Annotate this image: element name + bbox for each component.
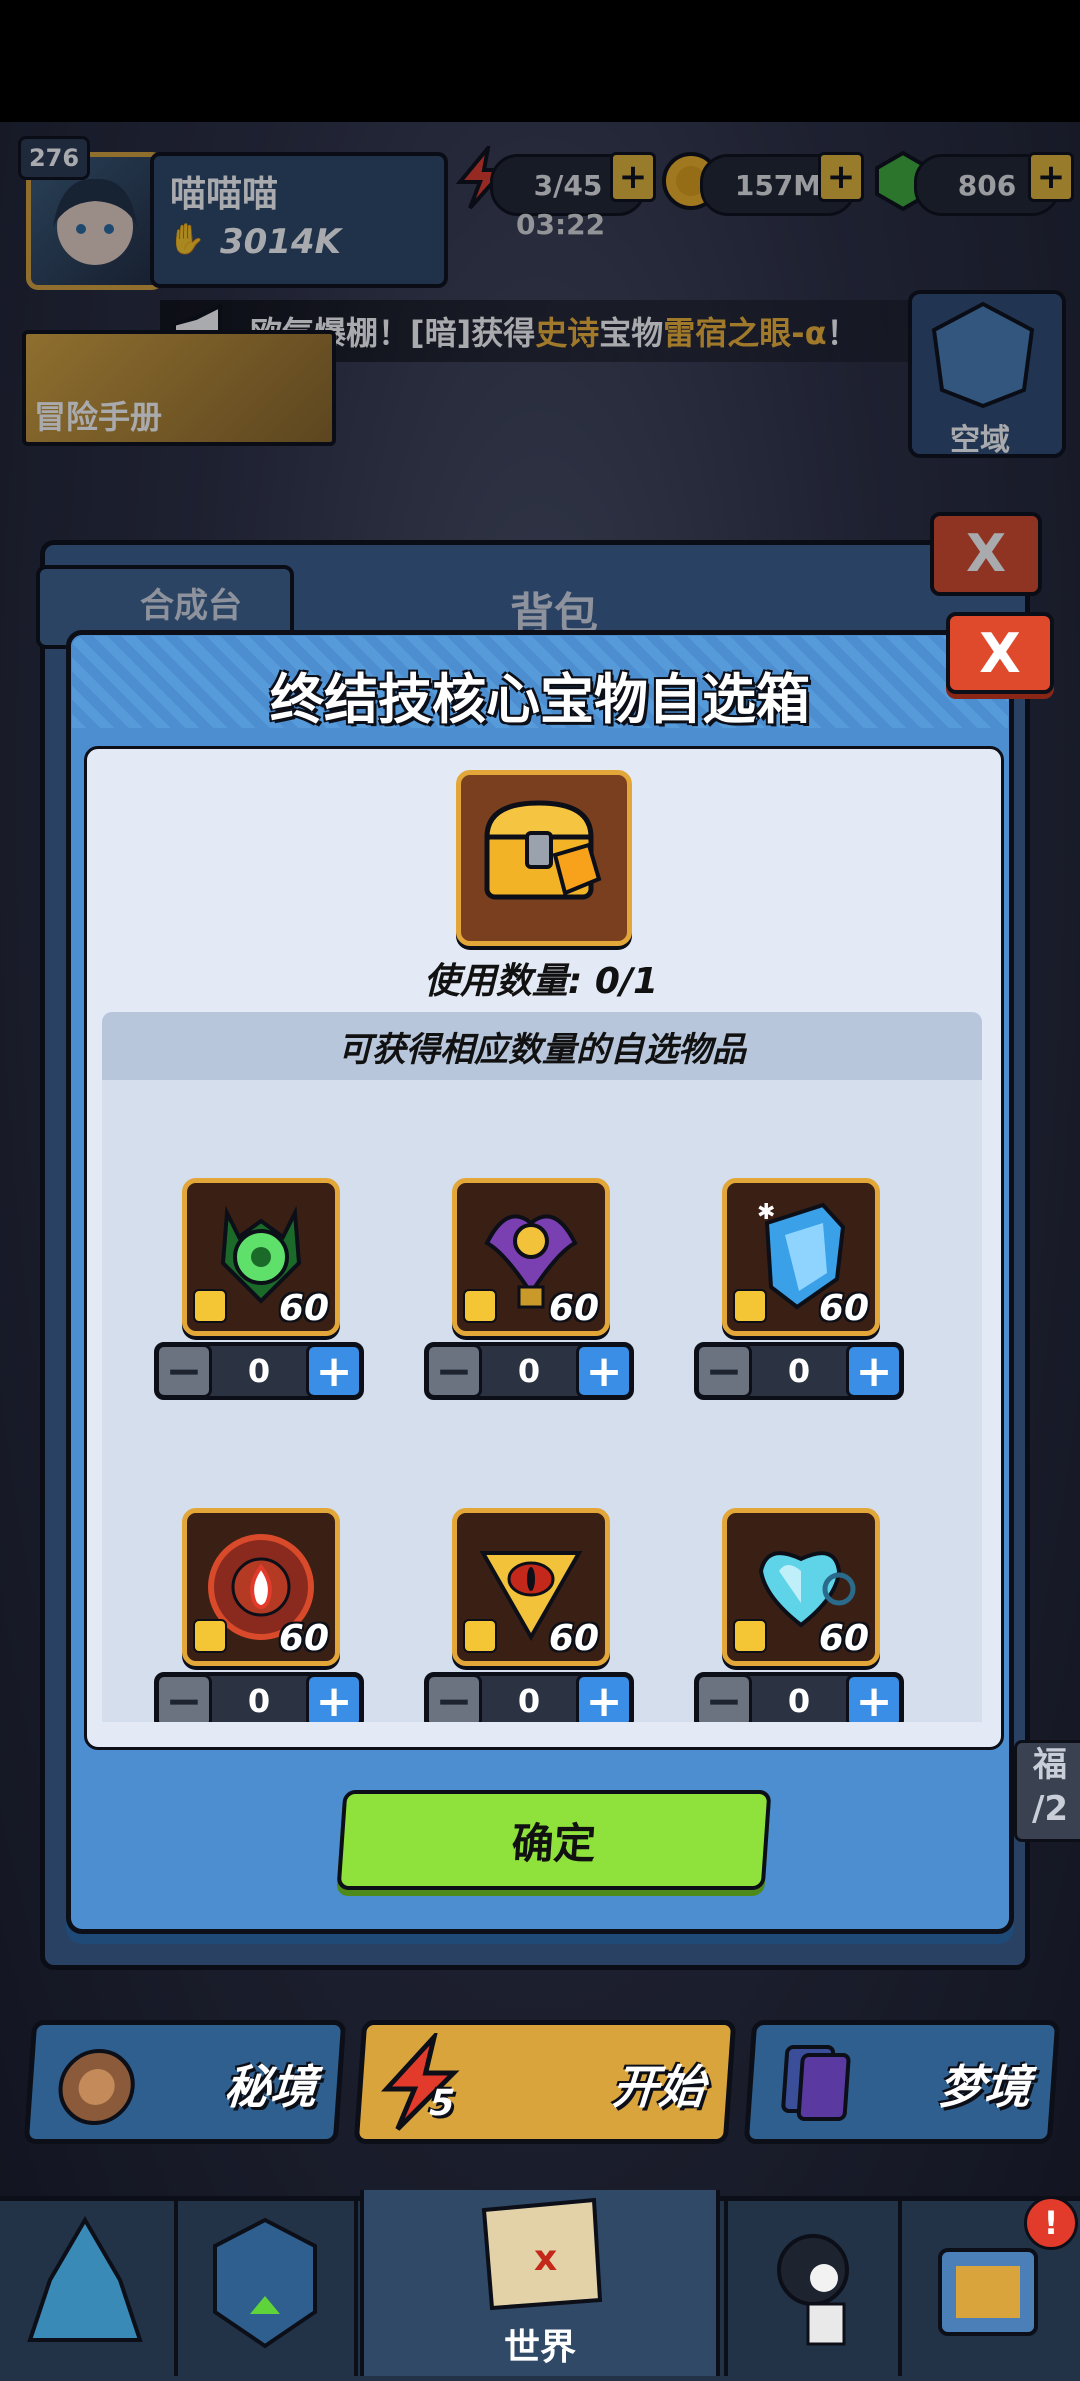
quantity-stepper: − 0 + — [424, 1342, 634, 1400]
svg-text:x: x — [534, 2238, 557, 2279]
cards-icon — [781, 2045, 851, 2121]
quantity-value: 0 — [247, 1352, 271, 1390]
decrease-button[interactable]: − — [426, 1344, 482, 1398]
item-count: 60 — [818, 1288, 869, 1329]
confirm-button[interactable]: 确定 — [336, 1790, 772, 1890]
decrease-button[interactable]: − — [156, 1344, 212, 1398]
notification-badge: ! — [1024, 2196, 1078, 2250]
hero-icon — [777, 2234, 849, 2346]
secret-realm-label: 秘境 — [222, 2060, 319, 2114]
puzzle-piece-icon — [193, 1619, 227, 1653]
map-icon: x — [481, 2197, 603, 2311]
start-cost: 5 — [428, 2083, 456, 2124]
svg-text:✱: ✱ — [757, 1200, 775, 1225]
item-count: 60 — [548, 1288, 599, 1329]
puzzle-piece-icon — [733, 1619, 767, 1653]
item-count: 60 — [278, 1288, 329, 1329]
dream-realm-label: 梦境 — [936, 2060, 1033, 2114]
treasure-chest-icon — [456, 770, 632, 946]
quantity-stepper: − 0 + — [154, 1342, 364, 1400]
target-icon — [58, 2049, 135, 2125]
quantity-value: 0 — [517, 1682, 541, 1720]
item-card[interactable]: 60 — [452, 1508, 610, 1666]
quantity-stepper: − 0 + — [424, 1672, 634, 1722]
increase-button[interactable]: + — [846, 1674, 902, 1722]
quantity-stepper: − 0 + — [154, 1672, 364, 1722]
item-count: 60 — [548, 1618, 599, 1659]
selection-notice: 可获得相应数量的自选物品 — [102, 1012, 982, 1080]
dialog-title: 终结技核心宝物自选箱 — [270, 668, 810, 731]
item-count: 60 — [278, 1618, 329, 1659]
puzzle-piece-icon — [193, 1289, 227, 1323]
decrease-button[interactable]: − — [156, 1674, 212, 1722]
dream-realm-button[interactable]: 梦境 — [743, 2020, 1061, 2144]
puzzle-piece-icon — [463, 1289, 497, 1323]
item-card[interactable]: 60 — [182, 1178, 340, 1336]
decrease-button[interactable]: − — [426, 1674, 482, 1722]
increase-button[interactable]: + — [576, 1344, 632, 1398]
nav-item-crystal[interactable] — [0, 2200, 178, 2376]
increase-button[interactable]: + — [846, 1344, 902, 1398]
quantity-stepper: − 0 + — [694, 1672, 904, 1722]
start-button[interactable]: 5 开始 — [353, 2020, 737, 2144]
nav-item-upgrade[interactable] — [180, 2200, 358, 2376]
nav-world-label: 世界 — [503, 2327, 576, 2368]
secret-realm-button[interactable]: 秘境 — [23, 2020, 347, 2144]
item-grid[interactable]: 60 60 ✱ 60 − 0 + − 0 + − 0 + 60 60 60 − … — [102, 1080, 982, 1722]
side-tab[interactable]: 福 /2 — [1014, 1740, 1080, 1842]
increase-button[interactable]: + — [306, 1674, 362, 1722]
quantity-value: 0 — [787, 1682, 811, 1720]
item-card[interactable]: 60 — [722, 1508, 880, 1666]
item-count: 60 — [818, 1618, 869, 1659]
item-card[interactable]: 60 — [452, 1178, 610, 1336]
start-label: 开始 — [610, 2060, 707, 2114]
quantity-value: 0 — [517, 1352, 541, 1390]
dialog-close-button[interactable]: X — [946, 612, 1054, 694]
item-card[interactable]: ✱ 60 — [722, 1178, 880, 1336]
upgrade-shield-icon — [213, 2217, 317, 2349]
crystal-icon — [27, 2216, 143, 2342]
quantity-value: 0 — [247, 1682, 271, 1720]
quantity-stepper: − 0 + — [694, 1342, 904, 1400]
status-bar — [0, 0, 1080, 122]
decrease-button[interactable]: − — [696, 1674, 752, 1722]
puzzle-piece-icon — [463, 1619, 497, 1653]
increase-button[interactable]: + — [306, 1344, 362, 1398]
nav-item-hero[interactable] — [724, 2200, 902, 2376]
item-card[interactable]: 60 — [182, 1508, 340, 1666]
use-count: 使用数量: 0/1 — [423, 961, 659, 1002]
quantity-value: 0 — [787, 1352, 811, 1390]
decrease-button[interactable]: − — [696, 1344, 752, 1398]
increase-button[interactable]: + — [576, 1674, 632, 1722]
puzzle-piece-icon — [733, 1289, 767, 1323]
